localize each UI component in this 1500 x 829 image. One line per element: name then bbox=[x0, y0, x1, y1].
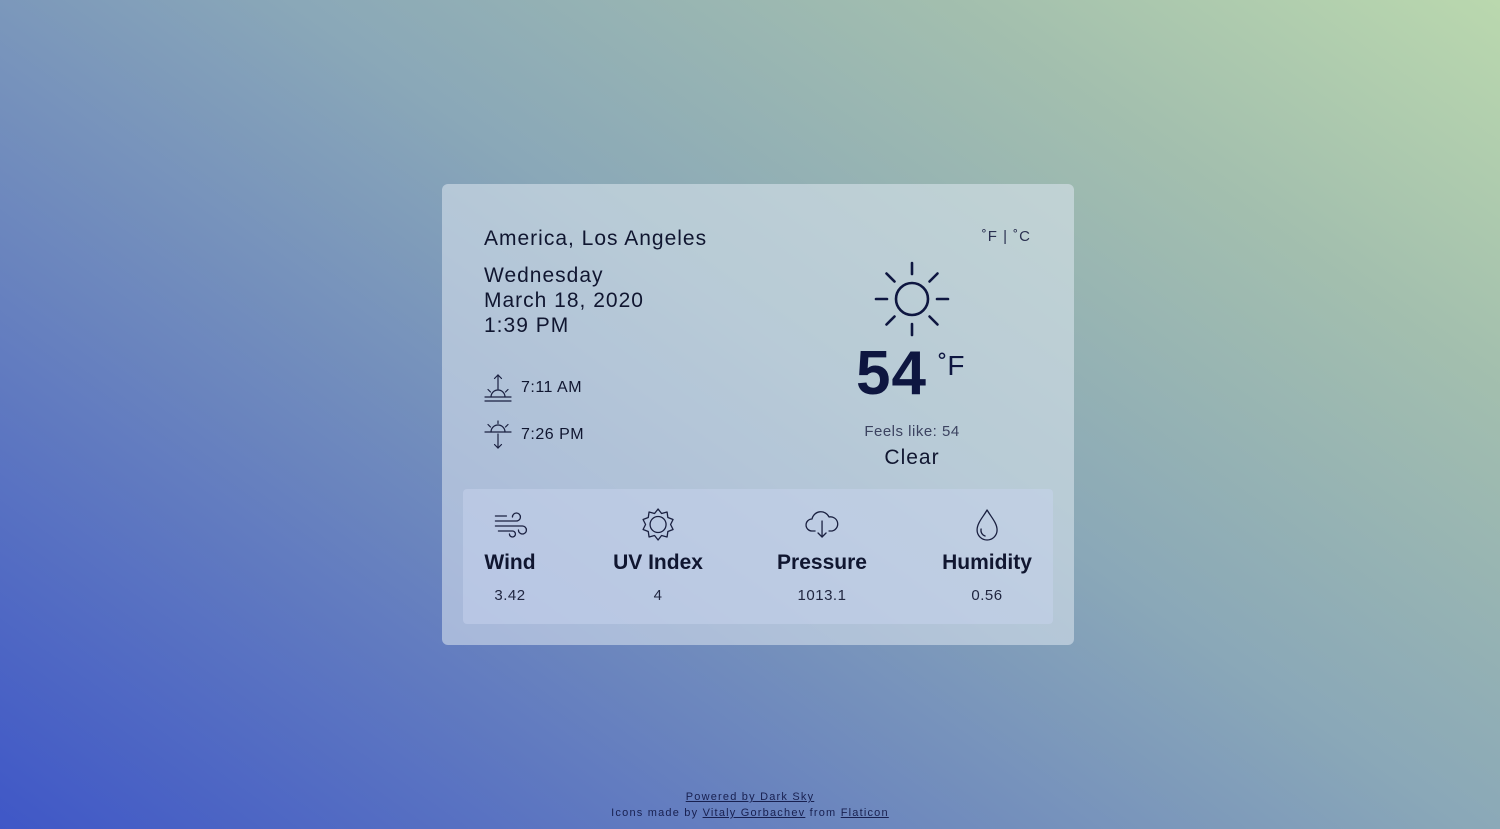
full-date: March 18, 2020 bbox=[484, 289, 644, 312]
unit-toggle: ˚F | ˚C bbox=[982, 228, 1031, 245]
sunrise-time: 7:11 AM bbox=[521, 379, 583, 396]
stat-pressure: Pressure 1013.1 bbox=[777, 507, 867, 604]
sunrise-row: 7:11 AM bbox=[484, 373, 582, 403]
feels-like: Feels like: 54 bbox=[864, 423, 960, 440]
stat-label: UV Index bbox=[613, 551, 703, 574]
sunrise-icon bbox=[484, 374, 512, 402]
flaticon-link[interactable]: Flaticon bbox=[841, 807, 889, 819]
author-link[interactable]: Vitaly Gorbachev bbox=[703, 807, 806, 819]
footer: Powered by Dark Sky Icons made by Vitaly… bbox=[0, 789, 1500, 821]
location-title: America, Los Angeles bbox=[484, 227, 708, 250]
sunset-time: 7:26 PM bbox=[521, 426, 585, 443]
temperature-unit: ˚F bbox=[938, 350, 965, 381]
sun-icon bbox=[874, 261, 950, 337]
powered-by-line: Powered by Dark Sky bbox=[0, 789, 1500, 805]
dark-sky-link[interactable]: Powered by Dark Sky bbox=[686, 791, 815, 803]
stat-wind: Wind 3.42 bbox=[484, 507, 536, 604]
weekday: Wednesday bbox=[484, 264, 604, 287]
fahrenheit-toggle[interactable]: ˚F bbox=[982, 228, 998, 245]
from-text: from bbox=[809, 807, 837, 819]
uv-icon bbox=[642, 508, 674, 541]
sunset-row: 7:26 PM bbox=[484, 420, 584, 450]
temperature-value: 54 bbox=[856, 339, 927, 408]
stat-value: 0.56 bbox=[971, 587, 1003, 604]
humidity-icon bbox=[976, 509, 998, 541]
celsius-toggle[interactable]: ˚C bbox=[1013, 228, 1031, 245]
icon-credits-line: Icons made by Vitaly Gorbachev from Flat… bbox=[0, 805, 1500, 821]
pressure-icon bbox=[805, 511, 839, 538]
stat-label: Pressure bbox=[777, 551, 867, 574]
stat-humidity: Humidity 0.56 bbox=[942, 507, 1032, 604]
unit-separator: | bbox=[1003, 228, 1008, 245]
icons-credit-prefix: Icons made by bbox=[611, 807, 699, 819]
stat-label: Wind bbox=[484, 551, 536, 574]
current-conditions: 54 ˚F Feels like: 54 Clear bbox=[822, 260, 1002, 470]
weather-card: America, Los Angeles Wednesday March 18,… bbox=[442, 184, 1074, 645]
stats-panel: Wind 3.42 UV Index 4 Pressure 1013.1 Hum… bbox=[463, 489, 1053, 624]
temperature-display: 54 ˚F bbox=[822, 339, 1002, 410]
weather-condition: Clear bbox=[884, 446, 940, 469]
stat-label: Humidity bbox=[942, 551, 1032, 574]
stat-value: 1013.1 bbox=[797, 587, 847, 604]
stat-value: 4 bbox=[653, 587, 663, 604]
stat-value: 3.42 bbox=[494, 587, 526, 604]
date-time: Wednesday March 18, 2020 1:39 PM bbox=[484, 263, 644, 338]
current-time: 1:39 PM bbox=[484, 314, 570, 337]
sunset-icon bbox=[484, 420, 512, 449]
stat-uv-index: UV Index 4 bbox=[613, 507, 703, 604]
wind-icon bbox=[494, 512, 527, 538]
